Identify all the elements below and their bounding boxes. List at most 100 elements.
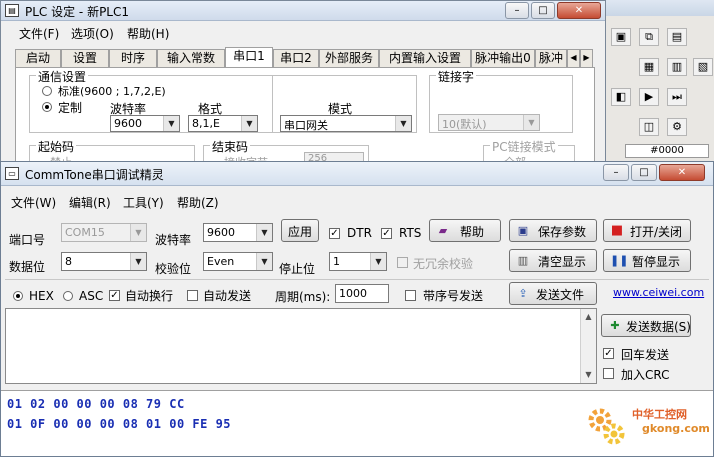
plc-close-button[interactable]: ✕ xyxy=(557,2,601,19)
chevron-down-icon: ▼ xyxy=(256,253,272,270)
autosend-label: 自动发送 xyxy=(203,289,252,303)
toolbar-step-icon[interactable]: ◧ xyxy=(611,88,631,106)
commtone-window-title: CommTone串口调试精灵 xyxy=(25,168,164,182)
chevron-down-icon: ▼ xyxy=(395,116,411,131)
send-scrollbar[interactable]: ▲ ▼ xyxy=(580,309,596,383)
chevron-down-icon: ▼ xyxy=(163,116,179,131)
plc-format-select[interactable]: 8,1,E ▼ xyxy=(188,115,258,132)
radio-custom[interactable] xyxy=(42,102,52,112)
plc-menu-help[interactable]: 帮助(H) xyxy=(127,25,169,42)
baud-select[interactable]: 9600 ▼ xyxy=(203,223,273,242)
tab-pulse-output0[interactable]: 脉冲输出0 xyxy=(471,49,535,67)
pause-display-button[interactable]: ❚❚ 暂停显示 xyxy=(603,249,691,272)
dtr-checkbox[interactable]: ✓ xyxy=(329,228,340,239)
toolbar-copy-icon[interactable]: ⧉ xyxy=(639,28,659,46)
rts-checkbox[interactable]: ✓ xyxy=(381,228,392,239)
tab-serial1[interactable]: 串口1 xyxy=(225,47,273,67)
stopbits-select[interactable]: 1 ▼ xyxy=(329,252,387,271)
apply-button[interactable]: 应用 xyxy=(281,219,319,242)
databits-value: 8 xyxy=(65,255,72,268)
no-redundant-label: 无冗余校验 xyxy=(413,257,474,271)
open-close-button[interactable]: ■ 打开/关闭 xyxy=(603,219,691,242)
tab-builtin-input[interactable]: 内置输入设置 xyxy=(379,49,471,67)
commtone-menu-tools[interactable]: 工具(Y) xyxy=(123,194,164,211)
period-value: 1000 xyxy=(339,287,367,300)
port-label: 端口号 xyxy=(9,233,46,247)
tab-timing[interactable]: 时序 xyxy=(109,49,157,67)
hex-radio[interactable] xyxy=(13,291,23,301)
send-data-button[interactable]: ✚ 发送数据(S) xyxy=(601,314,691,337)
chevron-down-icon: ▼ xyxy=(130,253,146,270)
chevron-down-icon: ▼ xyxy=(523,115,539,130)
plc-minimize-button[interactable]: – xyxy=(505,2,529,19)
send-file-button[interactable]: ⇪ 发送文件 xyxy=(509,282,597,305)
toolbar-grid-icon[interactable]: ▦ xyxy=(639,58,659,76)
commtone-menu-edit[interactable]: 编辑(R) xyxy=(69,194,111,211)
scroll-up-icon[interactable]: ▲ xyxy=(581,309,596,325)
commtone-close-button[interactable]: ✕ xyxy=(659,164,705,181)
plc-baud-select[interactable]: 9600 ▼ xyxy=(110,115,180,132)
pause-icon: ❚❚ xyxy=(610,254,629,267)
autowrap-checkbox[interactable]: ✓ xyxy=(109,290,120,301)
plc-menu-options[interactable]: 选项(O) xyxy=(71,25,114,42)
tab-input-constants[interactable]: 输入常数 xyxy=(157,49,225,67)
commtone-menubar: 文件(W) 编辑(R) 工具(Y) 帮助(Z) xyxy=(1,192,713,210)
address-text: #0000 xyxy=(650,145,684,156)
website-link[interactable]: www.ceiwei.com xyxy=(613,286,704,299)
autowrap-label: 自动换行 xyxy=(125,289,174,303)
save-params-button[interactable]: ▣ 保存参数 xyxy=(509,219,597,242)
open-close-button-label: 打开/关闭 xyxy=(630,225,683,239)
link-word-value: 10(默认) xyxy=(442,118,487,131)
toolbar-chart-icon[interactable]: ▧ xyxy=(693,58,713,76)
plc-format-value: 8,1,E xyxy=(192,117,220,130)
radio-standard-label: 标准(9600 ; 1,7,2,E) xyxy=(58,85,166,98)
tab-scroll-right-button[interactable]: ▶ xyxy=(580,49,593,67)
port-select[interactable]: COM15 ▼ xyxy=(61,223,147,242)
tab-scroll-left-button[interactable]: ◀ xyxy=(567,49,580,67)
commtone-minimize-button[interactable]: – xyxy=(603,164,629,181)
clear-display-button[interactable]: ▥ 清空显示 xyxy=(509,249,597,272)
stop-icon: ■ xyxy=(610,223,624,238)
echo-checkbox[interactable]: ✓ xyxy=(603,348,614,359)
tab-settings[interactable]: 设置 xyxy=(61,49,109,67)
no-redundant-checkbox[interactable] xyxy=(397,257,408,268)
asc-radio[interactable] xyxy=(63,291,73,301)
toolbar-settings-icon[interactable]: ⚙ xyxy=(667,118,687,136)
plc-menu-file[interactable]: 文件(F) xyxy=(19,25,59,42)
autosend-checkbox[interactable] xyxy=(187,290,198,301)
plc-app-icon: ▤ xyxy=(5,4,19,17)
help-button[interactable]: ▰ 帮助 xyxy=(429,219,501,242)
plc-maximize-button[interactable]: □ xyxy=(531,2,555,19)
commtone-menu-file[interactable]: 文件(W) xyxy=(11,194,56,211)
parity-select[interactable]: Even ▼ xyxy=(203,252,273,271)
tab-startup[interactable]: 启动 xyxy=(15,49,61,67)
period-input[interactable]: 1000 xyxy=(335,284,389,303)
tab-external-service[interactable]: 外部服务 xyxy=(319,49,379,67)
send-textarea[interactable]: ▲ ▼ xyxy=(5,308,597,384)
toolbar-table-icon[interactable]: ▥ xyxy=(667,58,687,76)
dtr-label: DTR xyxy=(347,226,372,240)
tab-pulse[interactable]: 脉冲 xyxy=(535,49,567,67)
toolbar-play-icon[interactable]: ▶ xyxy=(639,88,659,106)
toolbar-paste-icon[interactable]: ▤ xyxy=(667,28,687,46)
add-crc-checkbox[interactable] xyxy=(603,368,614,379)
toolbar-print-icon[interactable]: ▣ xyxy=(611,28,631,46)
baud-label: 波特率 xyxy=(155,233,192,247)
mode-divider xyxy=(272,76,273,132)
chevron-down-icon: ▼ xyxy=(241,116,257,131)
plc-menubar: 文件(F) 选项(O) 帮助(H) xyxy=(1,23,605,41)
watermark-url: gkong.com xyxy=(642,422,710,435)
toolbar-monitor-icon[interactable]: ◫ xyxy=(639,118,659,136)
seq-send-checkbox[interactable] xyxy=(405,290,416,301)
scroll-down-icon[interactable]: ▼ xyxy=(581,367,596,383)
commtone-maximize-button[interactable]: □ xyxy=(631,164,657,181)
send-data-button-label: 发送数据(S) xyxy=(626,320,691,334)
databits-select[interactable]: 8 ▼ xyxy=(61,252,147,271)
link-word-select[interactable]: 10(默认) ▼ xyxy=(438,114,540,131)
tab-serial2[interactable]: 串口2 xyxy=(273,49,319,67)
commtone-menu-help[interactable]: 帮助(Z) xyxy=(177,194,219,211)
add-crc-label: 加入CRC xyxy=(621,368,670,382)
radio-standard[interactable] xyxy=(42,86,52,96)
toolbar-step-end-icon[interactable]: ⏭ xyxy=(667,88,687,106)
plc-mode-select[interactable]: 串口网关 ▼ xyxy=(280,115,412,132)
